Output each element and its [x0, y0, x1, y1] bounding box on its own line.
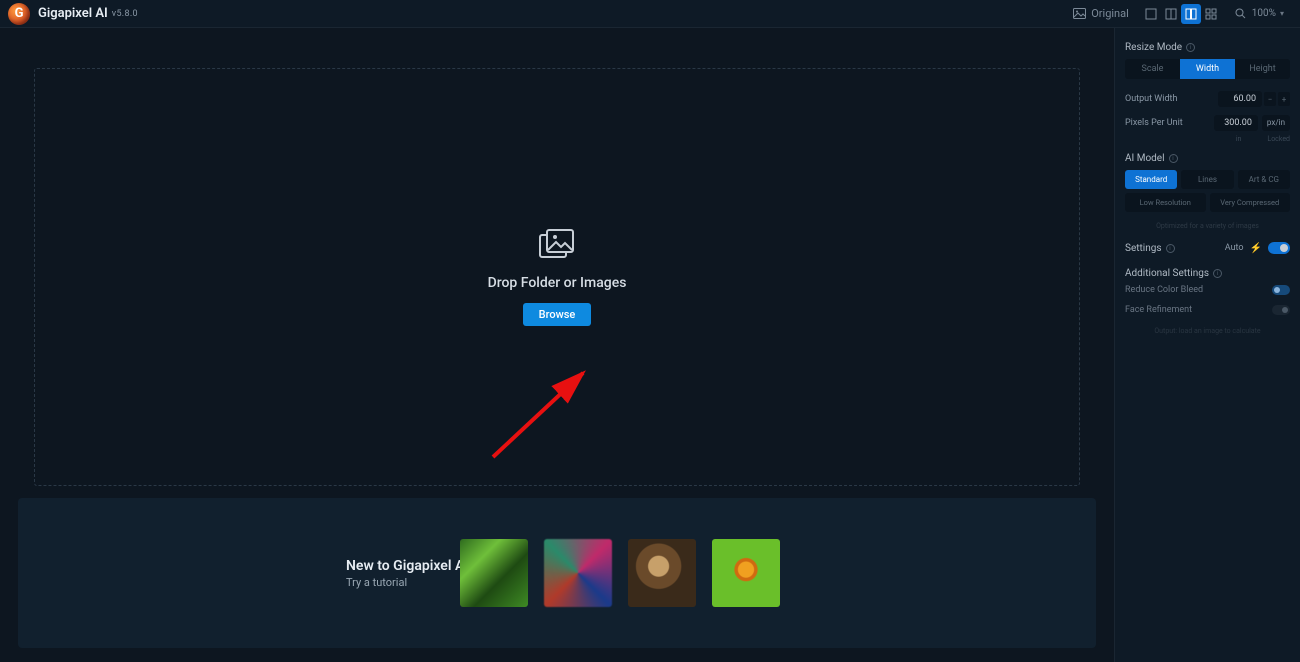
reduce-color-toggle[interactable]	[1272, 285, 1290, 295]
ppu-unit[interactable]: px/in	[1262, 115, 1290, 131]
reduce-color-label: Reduce Color Bleed	[1125, 285, 1203, 295]
dropzone-text: Drop Folder or Images	[488, 275, 627, 291]
resize-mode-height[interactable]: Height	[1235, 59, 1290, 79]
tutorial-thumb-4[interactable]	[712, 539, 780, 607]
browse-button[interactable]: Browse	[523, 303, 592, 326]
original-label: Original	[1091, 7, 1129, 20]
view-mode-group	[1141, 4, 1221, 24]
main-area: Drop Folder or Images Browse New to Giga…	[0, 28, 1114, 662]
model-lines[interactable]: Lines	[1181, 170, 1233, 189]
tutorial-thumb-1[interactable]	[460, 539, 528, 607]
tutorial-strip: New to Gigapixel AI? Try a tutorial	[18, 498, 1096, 648]
dropzone[interactable]: Drop Folder or Images Browse	[34, 68, 1080, 486]
auto-label: Auto	[1225, 243, 1244, 253]
face-refine-label: Face Refinement	[1125, 305, 1192, 315]
output-width-input[interactable]	[1218, 91, 1262, 107]
search-icon	[1235, 8, 1246, 19]
tutorial-thumb-3[interactable]	[628, 539, 696, 607]
tutorial-sub: Try a tutorial	[346, 576, 475, 589]
face-refine-toggle[interactable]	[1272, 305, 1290, 315]
width-decrement[interactable]: −	[1264, 92, 1276, 106]
output-width-label: Output Width	[1125, 94, 1177, 104]
info-icon[interactable]: i	[1186, 43, 1195, 52]
resize-mode-scale[interactable]: Scale	[1125, 59, 1180, 79]
ppu-input[interactable]	[1214, 115, 1258, 131]
tutorial-thumb-2[interactable]	[544, 539, 612, 607]
images-icon	[539, 229, 575, 263]
info-icon[interactable]: i	[1213, 269, 1222, 278]
view-split-icon	[1165, 8, 1177, 20]
app-version: v5.8.0	[112, 9, 138, 19]
view-split-button[interactable]	[1161, 4, 1181, 24]
view-side-icon	[1185, 8, 1197, 20]
view-single-icon	[1145, 8, 1157, 20]
unit-hint: in	[1236, 135, 1242, 143]
ai-model-label: AI Modeli	[1125, 153, 1290, 164]
annotation-arrow	[491, 365, 601, 465]
view-single-button[interactable]	[1141, 4, 1161, 24]
info-icon[interactable]: i	[1166, 244, 1175, 253]
settings-panel: Resize Modei Scale Width Height Output W…	[1114, 28, 1300, 662]
output-note: Output: load an image to calculate	[1125, 327, 1290, 335]
model-note: Optimized for a variety of images	[1125, 222, 1290, 230]
app-logo: G	[8, 3, 30, 25]
image-icon	[1073, 8, 1086, 19]
model-art-cg[interactable]: Art & CG	[1238, 170, 1290, 189]
model-standard[interactable]: Standard	[1125, 170, 1177, 189]
app-title: Gigapixel AI	[38, 6, 108, 21]
top-bar: G Gigapixel AI v5.8.0 Original 100% ▾	[0, 0, 1300, 28]
tutorial-heading: New to Gigapixel AI?	[346, 558, 475, 574]
ppu-label: Pixels Per Unit	[1125, 118, 1183, 128]
resize-mode-label: Resize Modei	[1125, 42, 1290, 53]
resize-mode-width[interactable]: Width	[1180, 59, 1235, 79]
model-low-res[interactable]: Low Resolution	[1125, 193, 1206, 212]
view-side-button[interactable]	[1181, 4, 1201, 24]
view-grid-button[interactable]	[1201, 4, 1221, 24]
resize-mode-segmented: Scale Width Height	[1125, 59, 1290, 79]
locked-hint: Locked	[1267, 135, 1290, 143]
info-icon[interactable]: i	[1169, 154, 1178, 163]
model-very-compressed[interactable]: Very Compressed	[1210, 193, 1291, 212]
bolt-icon: ⚡	[1250, 243, 1262, 254]
zoom-value: 100%	[1252, 8, 1276, 19]
auto-toggle[interactable]	[1268, 242, 1290, 254]
view-grid-icon	[1205, 8, 1217, 20]
additional-settings-label: Additional Settingsi	[1125, 268, 1290, 279]
settings-label: Settingsi	[1125, 243, 1175, 254]
zoom-control[interactable]: 100% ▾	[1235, 8, 1284, 19]
chevron-down-icon: ▾	[1280, 9, 1284, 18]
width-increment[interactable]: +	[1278, 92, 1290, 106]
original-preview-button[interactable]: Original	[1073, 7, 1129, 20]
